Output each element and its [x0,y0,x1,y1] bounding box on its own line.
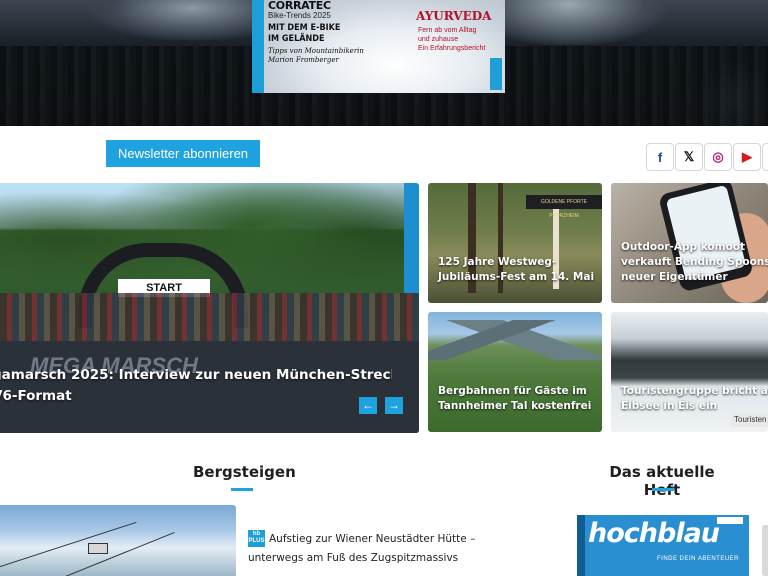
cover-brand: hochblau [588,518,720,549]
cover-subtitle: FINDE DEIN ABENTEUER [657,556,740,562]
section-title-bergsteigen: Bergsteigen [193,463,296,481]
article-tile-tannheimer[interactable]: Bergbahnen für Gäste im Tannheimer Tal k… [428,312,602,432]
section-title-heft: Das aktuelle Heft [609,463,715,499]
tile-title[interactable]: Outdoor-App komoot verkauft Bending Spoo… [621,240,768,285]
tile-tag: Touristen [731,413,768,427]
more-social-icon[interactable] [762,143,768,171]
snowy-mountain-right [505,0,665,45]
cover-strip [577,515,585,576]
section-underline [231,488,253,491]
magazine-headline-1: MIT DEM E-BIKE [268,23,341,33]
x-icon[interactable]: 𝕏 [675,143,703,171]
featured-slider[interactable]: START MEGA MARSCH gamarsch 2025: Intervi… [0,183,419,433]
magazine-spine [252,0,264,93]
cable-line [0,521,137,570]
slider-caption-line-2[interactable]: V6-Format [0,386,392,407]
slider-prev-button[interactable]: ← [359,397,377,414]
scroll-handle[interactable] [762,525,768,576]
magazine-ayurveda-sub: Fern ab vom Alltag und zuhause Ein Erfah… [418,26,498,53]
tile-title[interactable]: Touristengruppe bricht am Eibsee in Eis … [621,384,768,414]
section-underline [652,488,674,491]
current-issue-cover[interactable]: hochblau FINDE DEIN ABENTEUER [577,515,749,576]
snowy-mountain-left [90,0,260,40]
tile-title[interactable]: Bergbahnen für Gäste im Tannheimer Tal k… [438,384,602,414]
tile-title[interactable]: 125 Jahre Westweg-Jubiläums-Fest am 14. … [438,255,602,285]
ayurveda-sub-line-2: und zuhause [418,36,459,43]
gondola-icon [88,543,108,554]
youtube-icon[interactable]: ▶ [733,143,761,171]
instagram-icon[interactable]: ◎ [704,143,732,171]
facebook-icon[interactable]: f [646,143,674,171]
magazine-tips-1: Tipps von Mountainbikerin [268,47,364,55]
article-image[interactable] [0,505,236,576]
magazine-tips-2: Marion Fromberger [268,56,339,64]
slider-next-button[interactable]: → [385,397,403,414]
magazine-ayurveda: AYURVEDA [416,9,492,23]
cover-tag [717,517,743,524]
tile-sign: GOLDENE PFORTE PFORZHEIM [526,195,602,219]
article-tile-westweg[interactable]: GOLDENE PFORTE PFORZHEIM 125 Jahre Westw… [428,183,602,303]
slider-flag [404,183,419,293]
slider-caption[interactable]: gamarsch 2025: Interview zur neuen Münch… [0,365,392,407]
article-tile-komoot[interactable]: Outdoor-App komoot verkauft Bending Spoo… [611,183,768,303]
ayurveda-sub-line-3: Ein Erfahrungsbericht [418,45,486,52]
magazine-headline-2: IM GELÄNDE [268,34,325,44]
magazine-cover-hero[interactable]: CORRATEC Bike-Trends 2025 MIT DEM E-BIKE… [252,0,505,93]
ayurveda-sub-line-1: Fern ab vom Alltag [418,27,477,34]
magazine-trends: Bike-Trends 2025 [268,11,331,20]
article-title[interactable]: Aufstieg zur Wiener Neustädter Hütte – u… [248,530,518,568]
newsletter-button[interactable]: Newsletter abonnieren [106,140,260,167]
magazine-brand: CORRATEC [268,0,331,12]
magazine-logo-badge [490,58,502,90]
slider-caption-line-1[interactable]: gamarsch 2025: Interview zur neuen Münch… [0,365,392,386]
mountain-range [428,320,602,360]
hero-banner: CORRATEC Bike-Trends 2025 MIT DEM E-BIKE… [0,0,768,126]
